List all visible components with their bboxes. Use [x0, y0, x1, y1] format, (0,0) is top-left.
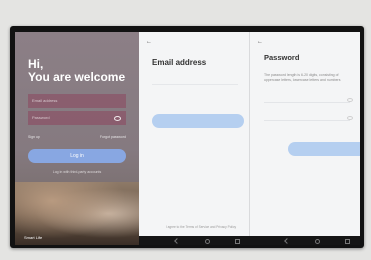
password-panel: ← Password The password length is 6-20 d…: [250, 32, 360, 245]
forgot-password-link[interactable]: Forgot password: [100, 135, 126, 139]
next-button[interactable]: [152, 114, 244, 128]
password-hint: The password length is 6-20 digits, cons…: [264, 73, 341, 82]
email-input[interactable]: [152, 84, 238, 85]
password-placeholder: Password: [32, 115, 50, 120]
nav-home-icon[interactable]: [315, 239, 320, 244]
password-input[interactable]: [264, 102, 350, 103]
eye-icon[interactable]: [347, 98, 353, 102]
password-title: Password: [264, 53, 300, 62]
brand-logo: Smart Life: [24, 235, 43, 240]
eye-icon[interactable]: [347, 116, 353, 120]
greeting-text: Hi,: [28, 57, 44, 71]
nav-recent-icon[interactable]: [345, 239, 350, 244]
back-arrow-icon[interactable]: ←: [257, 39, 263, 45]
nav-back-icon[interactable]: [174, 238, 180, 244]
email-field[interactable]: Email address: [28, 94, 126, 108]
email-title: Email address: [152, 58, 207, 67]
email-placeholder: Email address: [32, 98, 58, 103]
terms-text[interactable]: I agree to the Terms of Service and Priv…: [161, 225, 241, 229]
sign-up-link[interactable]: Sign up: [28, 135, 40, 139]
social-login-text[interactable]: Log in with third-party accounts: [15, 170, 139, 174]
device-screen: Hi, You are welcome Email address Passwo…: [15, 32, 360, 245]
login-button[interactable]: Log in: [28, 149, 126, 163]
password-field[interactable]: Password: [28, 111, 126, 125]
navigation-bar: [139, 236, 360, 245]
done-button[interactable]: [288, 142, 360, 156]
back-arrow-icon[interactable]: ←: [146, 39, 152, 45]
nav-recent-icon[interactable]: [235, 239, 240, 244]
welcome-panel: Hi, You are welcome Email address Passwo…: [15, 32, 139, 245]
welcome-title: You are welcome: [28, 70, 126, 84]
eye-icon[interactable]: [114, 116, 121, 121]
confirm-password-input[interactable]: [264, 120, 350, 121]
email-panel: ← Email address I agree to the Terms of …: [139, 32, 250, 245]
nav-back-icon[interactable]: [284, 238, 290, 244]
nav-home-icon[interactable]: [205, 239, 210, 244]
